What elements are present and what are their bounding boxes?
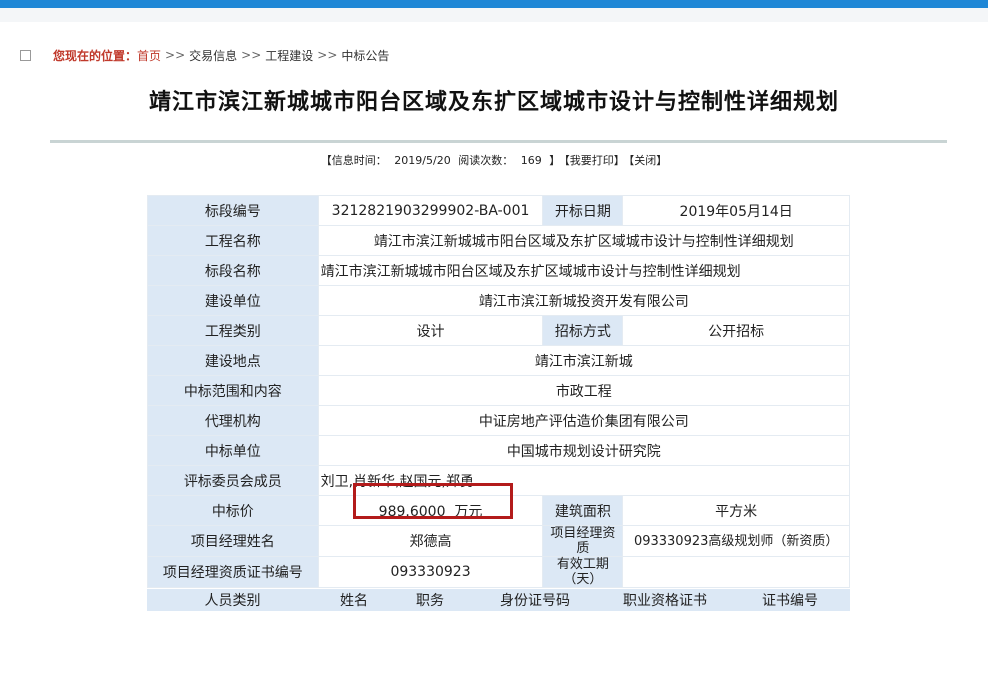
manager-label: 项目经理姓名 [147,525,319,557]
committee-label: 评标委员会成员 [147,465,319,496]
price-label: 中标价 [147,495,319,526]
breadcrumb-item-trading[interactable]: 交易信息 [189,47,237,64]
project-name: 靖江市滨江新城城市阳台区域及东扩区域城市设计与控制性详细规划 [317,225,851,256]
winner-label: 中标单位 [147,435,319,466]
project-type: 设计 [317,315,544,346]
location: 靖江市滨江新城 [317,345,851,376]
project-name-label: 工程名称 [147,225,319,256]
staff-col-role: 职务 [390,589,470,611]
page-title: 靖江市滨江新城城市阳台区域及东扩区域城市设计与控制性详细规划 [148,89,839,115]
breadcrumb-separator: >> [241,48,262,62]
table-row: 工程类别 设计 招标方式 公开招标 [147,315,850,346]
close-link[interactable]: 【关闭】 [629,154,668,167]
open-date: 2019年05月14日 [622,195,850,226]
area: 平方米 [622,495,850,526]
table-row: 项目经理姓名 郑德高 项目经理资质 093330923高级规划师（新资质） [147,525,850,557]
section-name-label: 标段名称 [147,255,319,286]
breadcrumb: 您现在的位置： 首页 >> 交易信息 >> 工程建设 >> 中标公告 [0,44,988,66]
table-row: 标段编号 3212821903299902-BA-001 开标日期 2019年0… [147,195,850,226]
scope: 市政工程 [317,375,851,406]
breadcrumb-label: 您现在的位置： [53,48,138,63]
info-bar: 【信息时间： 2019/5/20 阅读次数： 169 】【我要打印】 【关闭】 [0,152,988,168]
info-read-label: 阅读次数： [458,154,514,167]
divider [50,140,947,143]
cert-label: 项目经理资质证书编号 [147,556,319,588]
area-label: 建筑面积 [542,495,624,526]
builder: 靖江市滨江新城投资开发有限公司 [317,285,851,316]
period [622,556,850,588]
agent: 中证房地产评估造价集团有限公司 [317,405,851,436]
builder-label: 建设单位 [147,285,319,316]
breadcrumb-separator: >> [317,48,338,62]
browser-top-bar [0,0,988,8]
winner: 中国城市规划设计研究院 [317,435,851,466]
info-time-value: 2019/5/20 [394,154,451,167]
manager: 郑德高 [317,525,544,557]
table-row: 中标单位 中国城市规划设计研究院 [147,435,851,466]
table-row: 建设单位 靖江市滨江新城投资开发有限公司 [147,285,851,316]
info-close-bracket: 】 [549,154,561,167]
bid-section-no: 3212821903299902-BA-001 [317,195,544,226]
price-highlight-box [353,483,513,519]
table-row: 中标范围和内容 市政工程 [147,375,851,406]
section-name: 靖江市滨江新城城市阳台区域及东扩区域城市设计与控制性详细规划 [317,255,851,286]
table-row: 工程名称 靖江市滨江新城城市阳台区域及东扩区域城市设计与控制性详细规划 [147,225,851,256]
table-row: 建设地点 靖江市滨江新城 [147,345,851,376]
breadcrumb-home-link[interactable]: 首页 [137,47,161,64]
tender-method-label: 招标方式 [542,315,624,346]
bid-info-table: 标段编号 3212821903299902-BA-001 开标日期 2019年0… [147,195,851,588]
browser-tab-strip [0,8,988,22]
staff-header-table: 人员类别 姓名 职务 身份证号码 职业资格证书 证书编号 [147,589,850,611]
open-date-label: 开标日期 [542,195,624,226]
project-type-label: 工程类别 [147,315,319,346]
breadcrumb-item-award-notice[interactable]: 中标公告 [341,47,389,64]
info-read-value: 169 [520,154,542,167]
staff-header-row: 人员类别 姓名 职务 身份证号码 职业资格证书 证书编号 [147,589,850,611]
cert: 093330923 [317,556,544,588]
table-row: 代理机构 中证房地产评估造价集团有限公司 [147,405,851,436]
staff-col-qualification: 职业资格证书 [600,589,730,611]
checkbox-icon[interactable] [20,49,31,61]
breadcrumb-separator: >> [165,48,186,62]
bid-section-no-label: 标段编号 [147,195,319,226]
agent-label: 代理机构 [147,405,319,436]
manager-qual-label: 项目经理资质 [542,525,624,557]
table-row: 标段名称 靖江市滨江新城城市阳台区域及东扩区域城市设计与控制性详细规划 [147,255,851,286]
staff-col-category: 人员类别 [147,589,318,611]
breadcrumb-item-construction[interactable]: 工程建设 [265,47,313,64]
info-time-label: 【信息时间： [320,154,387,167]
period-label: 有效工期（天） [542,556,624,588]
staff-col-name: 姓名 [318,589,390,611]
tender-method: 公开招标 [622,315,850,346]
manager-qual: 093330923高级规划师（新资质） [622,525,850,557]
staff-col-cert-no: 证书编号 [730,589,850,611]
location-label: 建设地点 [147,345,319,376]
print-link[interactable]: 【我要打印】 [564,154,625,167]
staff-col-id: 身份证号码 [470,589,600,611]
scope-label: 中标范围和内容 [147,375,319,406]
table-row: 项目经理资质证书编号 093330923 有效工期（天） [147,556,850,588]
